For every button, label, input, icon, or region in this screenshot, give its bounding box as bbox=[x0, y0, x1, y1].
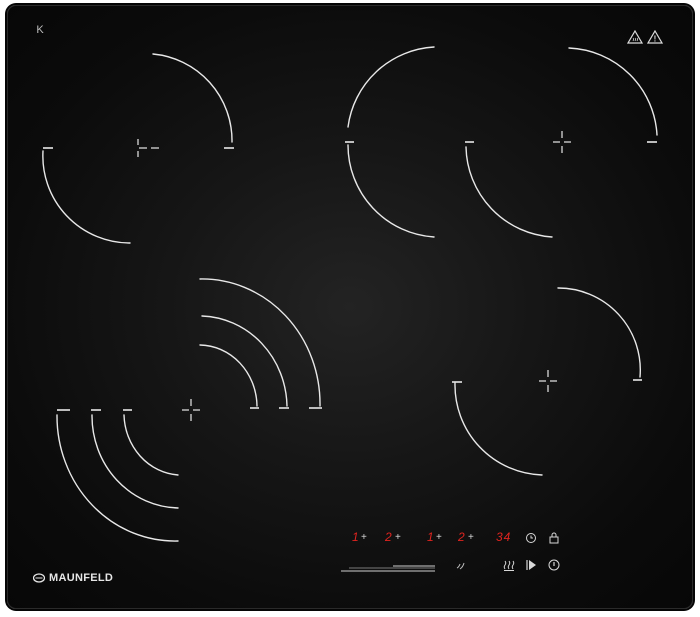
zone-arc bbox=[91, 414, 179, 509]
zone-4-level: 2 bbox=[458, 530, 466, 544]
zone-arc bbox=[199, 344, 258, 407]
zone-center-cross bbox=[182, 399, 200, 421]
zone-2-adjust-icon: + bbox=[395, 532, 401, 543]
zone-control-1[interactable]: 1 + bbox=[352, 531, 374, 545]
caution-glyph: ! bbox=[654, 35, 657, 44]
zone-arc bbox=[454, 382, 543, 476]
zone-arc bbox=[56, 414, 179, 542]
zone-center-cross bbox=[553, 131, 571, 153]
cooking-zone-top-right-dual bbox=[345, 46, 658, 238]
power-icon[interactable] bbox=[547, 558, 561, 572]
zone-3-adjust-icon: + bbox=[436, 532, 442, 543]
zone-arc bbox=[347, 46, 435, 128]
zone-1-level: 1 bbox=[352, 530, 360, 544]
zone-control-3[interactable]: 1 + bbox=[427, 531, 449, 545]
cooking-zone-bottom-right bbox=[452, 287, 642, 476]
cooktop-glass: K ! 1 + 2 + 1 + 2 + 34 MAUNFELD bbox=[7, 5, 693, 609]
zone-2-level: 2 bbox=[385, 530, 393, 544]
brand-name: MAUNFELD bbox=[49, 572, 114, 584]
expand-icon[interactable]: K bbox=[33, 23, 47, 37]
play-icon[interactable] bbox=[524, 558, 538, 572]
zone-4-adjust-icon: + bbox=[468, 532, 474, 543]
hot-surface-warning-icon bbox=[627, 30, 643, 44]
cooking-zone-top-left bbox=[42, 53, 234, 244]
bridge-icon[interactable] bbox=[454, 558, 468, 572]
zone-arc bbox=[557, 287, 641, 378]
zone-arc bbox=[152, 53, 233, 143]
zone-1-adjust-icon: + bbox=[361, 532, 367, 543]
zone-arc bbox=[201, 315, 288, 407]
caution-warning-icon: ! bbox=[647, 30, 663, 44]
zone-arc bbox=[42, 150, 131, 244]
zone-arc bbox=[123, 414, 179, 476]
brand-mark-icon bbox=[33, 573, 45, 583]
zone-control-4[interactable]: 2 + bbox=[458, 531, 480, 545]
timer-value: 34 bbox=[496, 530, 512, 544]
warning-icons: ! bbox=[627, 30, 663, 44]
cooking-zone-bottom-left-triple bbox=[56, 278, 322, 542]
timer-icon[interactable] bbox=[525, 532, 537, 544]
zone-arc bbox=[568, 47, 658, 136]
zone-arc bbox=[465, 146, 553, 238]
lock-icon[interactable] bbox=[548, 531, 560, 544]
zone-arc bbox=[347, 144, 435, 238]
zone-center-cross bbox=[539, 370, 557, 392]
power-slider[interactable] bbox=[341, 565, 435, 572]
heat-icon[interactable] bbox=[502, 558, 516, 572]
zone-control-2[interactable]: 2 + bbox=[385, 531, 407, 545]
zone-center-cross bbox=[137, 139, 159, 157]
cooking-zones-drawing bbox=[42, 46, 658, 572]
brand-logo: MAUNFELD bbox=[33, 572, 113, 584]
timer-display[interactable]: 34 bbox=[496, 531, 518, 545]
zone-3-level: 1 bbox=[427, 530, 435, 544]
